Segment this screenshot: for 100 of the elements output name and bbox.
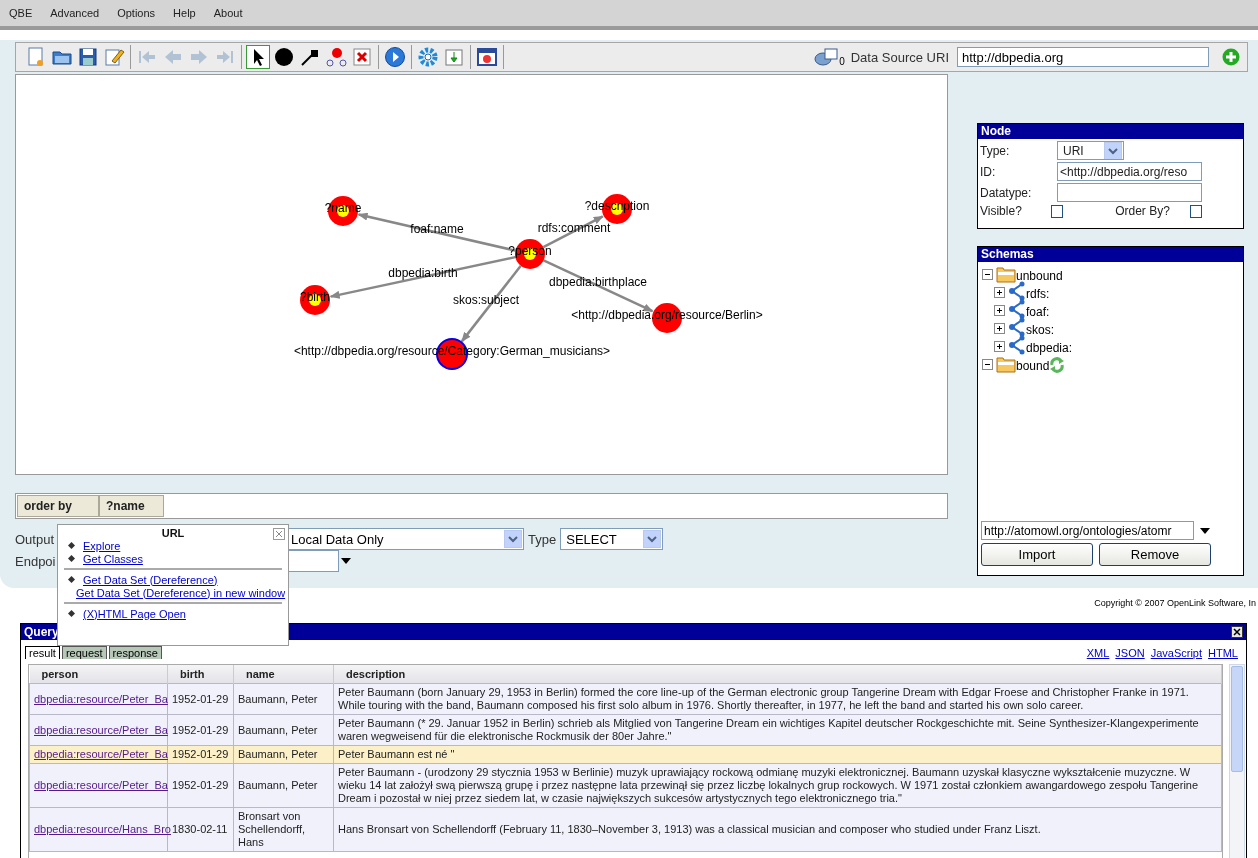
tree-item[interactable]: bound: [1016, 359, 1050, 373]
popup-link[interactable]: Get Classes: [83, 552, 143, 565]
circle-button[interactable]: [272, 45, 296, 69]
tree-item[interactable]: dbpedia:: [1026, 341, 1073, 355]
popup-link[interactable]: Explore: [83, 539, 121, 552]
menu-item[interactable]: Advanced: [41, 7, 109, 19]
collapse-icon[interactable]: [982, 269, 993, 280]
dropdown-triangle-icon: [1198, 525, 1212, 536]
edge-label: rdfs:comment: [537, 221, 611, 235]
column-header[interactable]: description: [333, 665, 1222, 684]
tree-item[interactable]: unbound: [1016, 269, 1063, 283]
visible-checkbox[interactable]: [1051, 204, 1064, 218]
select-value: URI: [1063, 143, 1084, 158]
schema-button[interactable]: Import: [981, 543, 1093, 566]
order-by-checkbox[interactable]: [1189, 204, 1202, 218]
type-select[interactable]: URI: [1057, 141, 1124, 160]
menu-item[interactable]: About: [204, 7, 252, 19]
expand-icon[interactable]: [994, 341, 1005, 352]
panel-title: Query: [24, 625, 59, 639]
endpoint-label: Endpoi: [15, 553, 56, 569]
tab[interactable]: response: [108, 646, 162, 659]
network-icon: [1008, 281, 1026, 301]
close-button[interactable]: [1231, 626, 1243, 638]
type-select[interactable]: SELECT: [560, 528, 664, 550]
tree-item[interactable]: foaf:: [1026, 305, 1050, 319]
popup-link[interactable]: (X)HTML Page Open: [83, 607, 186, 620]
node-label: ?person: [508, 244, 552, 258]
expand-icon[interactable]: [994, 323, 1005, 334]
select-value: Local Data Only: [291, 531, 384, 547]
pencil-page-icon: [103, 46, 125, 68]
table-cell: Hans Bronsart von Schellendorff (February 11, 1830–November 3, 1913) was a classical musician and composer who studied under Franz Liszt.: [333, 807, 1222, 852]
connected-balls-icon: [325, 46, 347, 68]
expand-icon[interactable]: [994, 287, 1005, 298]
format-link[interactable]: JSON: [1115, 647, 1145, 659]
menu-item[interactable]: Options: [108, 7, 165, 19]
checkbox-label: Order By?: [1115, 204, 1171, 218]
table-cell: Peter Baumann - (urodzony 29 stycznia 1953 w Berlinie) muzyk uprawiający rockową odmianę muzyki elektronicznej. Baumann uzyskał klasyczne wykształcenie muzyczne. W wieku 14 lat założył swą pierwszą grupę i przez następne lata przewinął się przez liczbę lokalnych grup rockowych. W 1971 został członkiem awangardowego zespołu Tangerine Dream i pozostał w niej przez siedem lat, w czasie największych sukcesów artystycznych tego elektronicznego tria.": [333, 763, 1222, 808]
play-icon: [384, 46, 406, 68]
menu-item[interactable]: QBE: [0, 7, 42, 19]
edge-label: dbpedia:birth: [388, 266, 458, 280]
collapse-icon[interactable]: [982, 359, 993, 370]
output-label: Output: [15, 531, 55, 547]
table-cell: Peter Baumann (born January 29, 1953 in Berlin) formed the core line-up of the German electronic group Tangerine Dream with Edgar Froese and Christopher Franke in 1971. While touring with the band, Baumann composed his first solo album in 1976. Shortly thereafter, in 1977, he left the band and started his own solo career.: [333, 683, 1222, 715]
bullet-icon: [68, 610, 75, 617]
copyright-text: Copyright © 2007 OpenLink Software, In: [1094, 598, 1256, 608]
edge-label: foaf:name: [410, 222, 464, 236]
menu-item[interactable]: Help: [164, 7, 205, 19]
plus-icon: [1222, 48, 1240, 66]
format-link[interactable]: JavaScript: [1150, 647, 1203, 659]
panel-title: Node: [978, 124, 1243, 139]
scrollbar-thumb[interactable]: [1231, 666, 1243, 772]
datatype-field[interactable]: [1057, 183, 1202, 202]
tree-item[interactable]: rdfs:: [1026, 287, 1050, 301]
close-icon: [275, 530, 283, 538]
expand-icon[interactable]: [994, 305, 1005, 316]
tree-item[interactable]: skos:: [1026, 323, 1054, 337]
popup-title: URL: [161, 526, 185, 539]
gear-button[interactable]: [416, 45, 440, 69]
popup-link[interactable]: Get Data Set (Dereference) in new window: [76, 586, 286, 599]
tab[interactable]: result: [25, 646, 60, 659]
dataset-count: 0: [839, 56, 845, 67]
column-header[interactable]: name: [233, 665, 334, 684]
select-value: SELECT: [566, 531, 617, 547]
pointer-button[interactable]: [246, 45, 270, 69]
column-header[interactable]: birth: [167, 665, 234, 684]
edge-label: dbpedia:birthplace: [548, 275, 648, 289]
play-button[interactable]: [383, 45, 407, 69]
table-cell: Bronsart von Schellendorff, Hans: [233, 807, 334, 852]
resource-link[interactable]: dbpedia:resource/Hans_Bro: [34, 823, 171, 835]
network-icon: [1008, 299, 1026, 319]
connected-balls-button[interactable]: [324, 45, 348, 69]
data-source-field[interactable]: http://dbpedia.org: [957, 47, 1209, 67]
table-cell: Baumann, Peter: [233, 714, 334, 746]
field-label: Data Source URI: [850, 49, 949, 65]
edge-label: skos:subject: [453, 293, 519, 307]
popup-link[interactable]: Get Data Set (Dereference): [83, 573, 218, 586]
import-page-icon: [443, 46, 465, 68]
format-link[interactable]: HTML: [1208, 647, 1238, 659]
id-field[interactable]: <http://dbpedia.org/reso: [1057, 162, 1202, 181]
scrollbar[interactable]: [1229, 664, 1245, 858]
network-icon: [1008, 335, 1026, 355]
url-field[interactable]: http://atomowl.org/ontologies/atomr: [981, 521, 1194, 540]
floppy-disk-button[interactable]: [76, 45, 100, 69]
circle-icon: [273, 46, 295, 68]
column-header[interactable]: person: [29, 665, 168, 684]
schema-button[interactable]: Remove: [1099, 543, 1211, 566]
network-icon: [1008, 317, 1026, 337]
panel-title: Schemas: [978, 247, 1243, 262]
order-by-label: order by: [17, 495, 99, 517]
table-cell: 1952-01-29: [167, 714, 234, 746]
tab[interactable]: request: [61, 646, 107, 659]
dataset-icon: [814, 47, 839, 67]
order-by-item[interactable]: ?name: [99, 495, 164, 517]
type-label: Type: [528, 531, 557, 547]
bullet-icon: [68, 555, 75, 562]
window-button[interactable]: [475, 45, 499, 69]
format-link[interactable]: XML: [1086, 647, 1110, 659]
checkbox-label: Visible?: [980, 204, 1023, 218]
delete-button[interactable]: [350, 45, 374, 69]
table-cell: 1952-01-29: [167, 763, 234, 808]
